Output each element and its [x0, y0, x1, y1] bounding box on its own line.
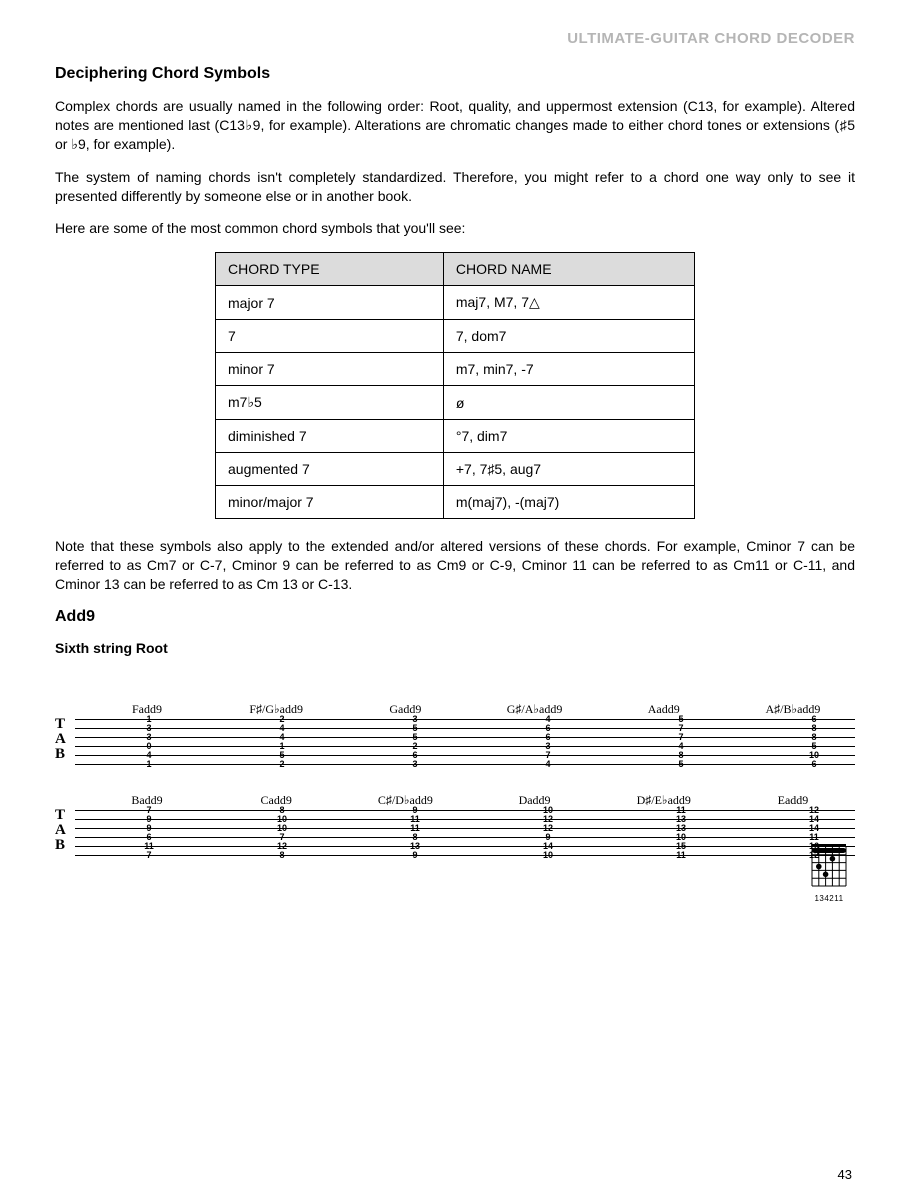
- tab-chord-labels: Badd9 Cadd9 C♯/D♭add9 Dadd9 D♯/E♭add9 Ea…: [55, 793, 855, 808]
- section-title-deciphering: Deciphering Chord Symbols: [55, 65, 855, 83]
- body-paragraph: Here are some of the most common chord s…: [55, 219, 855, 238]
- tab-column: 7996117: [140, 806, 158, 860]
- tab-column: 466374: [539, 715, 557, 769]
- tab-row: Fadd9 F♯/G♭add9 Gadd9 G♯/A♭add9 Aadd9 A♯…: [55, 702, 855, 765]
- body-paragraph: Note that these symbols also apply to th…: [55, 537, 855, 594]
- tab-column: 355263: [406, 715, 424, 769]
- table-row: 77, dom7: [216, 320, 695, 353]
- body-paragraph: Complex chords are usually named in the …: [55, 97, 855, 154]
- tab-column: 911118139: [406, 806, 424, 860]
- page: ULTIMATE-GUITAR CHORD DECODER Decipherin…: [0, 0, 900, 1200]
- table-header: CHORD TYPE: [216, 253, 444, 286]
- tab-column: 10121291410: [539, 806, 557, 860]
- tab-column: 111313101511: [672, 806, 690, 860]
- table-header: CHORD NAME: [443, 253, 694, 286]
- tab-column: 133041: [140, 715, 158, 769]
- tab-staff: TAB 133041 244152 355263 466374 577485 6…: [55, 719, 855, 765]
- tab-column: 244152: [273, 715, 291, 769]
- chord-symbols-table: CHORD TYPE CHORD NAME major 7maj7, M7, 7…: [215, 252, 695, 519]
- tab-clef: TAB: [55, 717, 66, 762]
- tab-column: 121414111612: [805, 806, 823, 860]
- body-paragraph: The system of naming chords isn't comple…: [55, 168, 855, 206]
- table-row: m7♭5ø: [216, 386, 695, 420]
- page-number: 43: [838, 1167, 852, 1182]
- tab-chord-labels: Fadd9 F♯/G♭add9 Gadd9 G♯/A♭add9 Aadd9 A♯…: [55, 702, 855, 717]
- subheading-sixth-string: Sixth string Root: [55, 640, 855, 656]
- running-header: ULTIMATE-GUITAR CHORD DECODER: [55, 30, 855, 47]
- table-row: minor 7m7, min7, -7: [216, 353, 695, 386]
- tab-column: 577485: [672, 715, 690, 769]
- tab-column: 810107128: [273, 806, 291, 860]
- tab-clef: TAB: [55, 808, 66, 853]
- tab-staff: TAB 7996117 810107128 911118139 10121291…: [55, 810, 855, 856]
- table-row: diminished 7°7, dim7: [216, 420, 695, 453]
- table-row: major 7maj7, M7, 7△: [216, 286, 695, 320]
- tab-column: 6885106: [805, 715, 823, 769]
- tab-row: Badd9 Cadd9 C♯/D♭add9 Dadd9 D♯/E♭add9 Ea…: [55, 793, 855, 856]
- table-row: augmented 7+7, 7♯5, aug7: [216, 453, 695, 486]
- chord-fingering: 134211: [808, 894, 850, 903]
- section-title-add9: Add9: [55, 608, 855, 626]
- table-row: minor/major 7m(maj7), -(maj7): [216, 486, 695, 519]
